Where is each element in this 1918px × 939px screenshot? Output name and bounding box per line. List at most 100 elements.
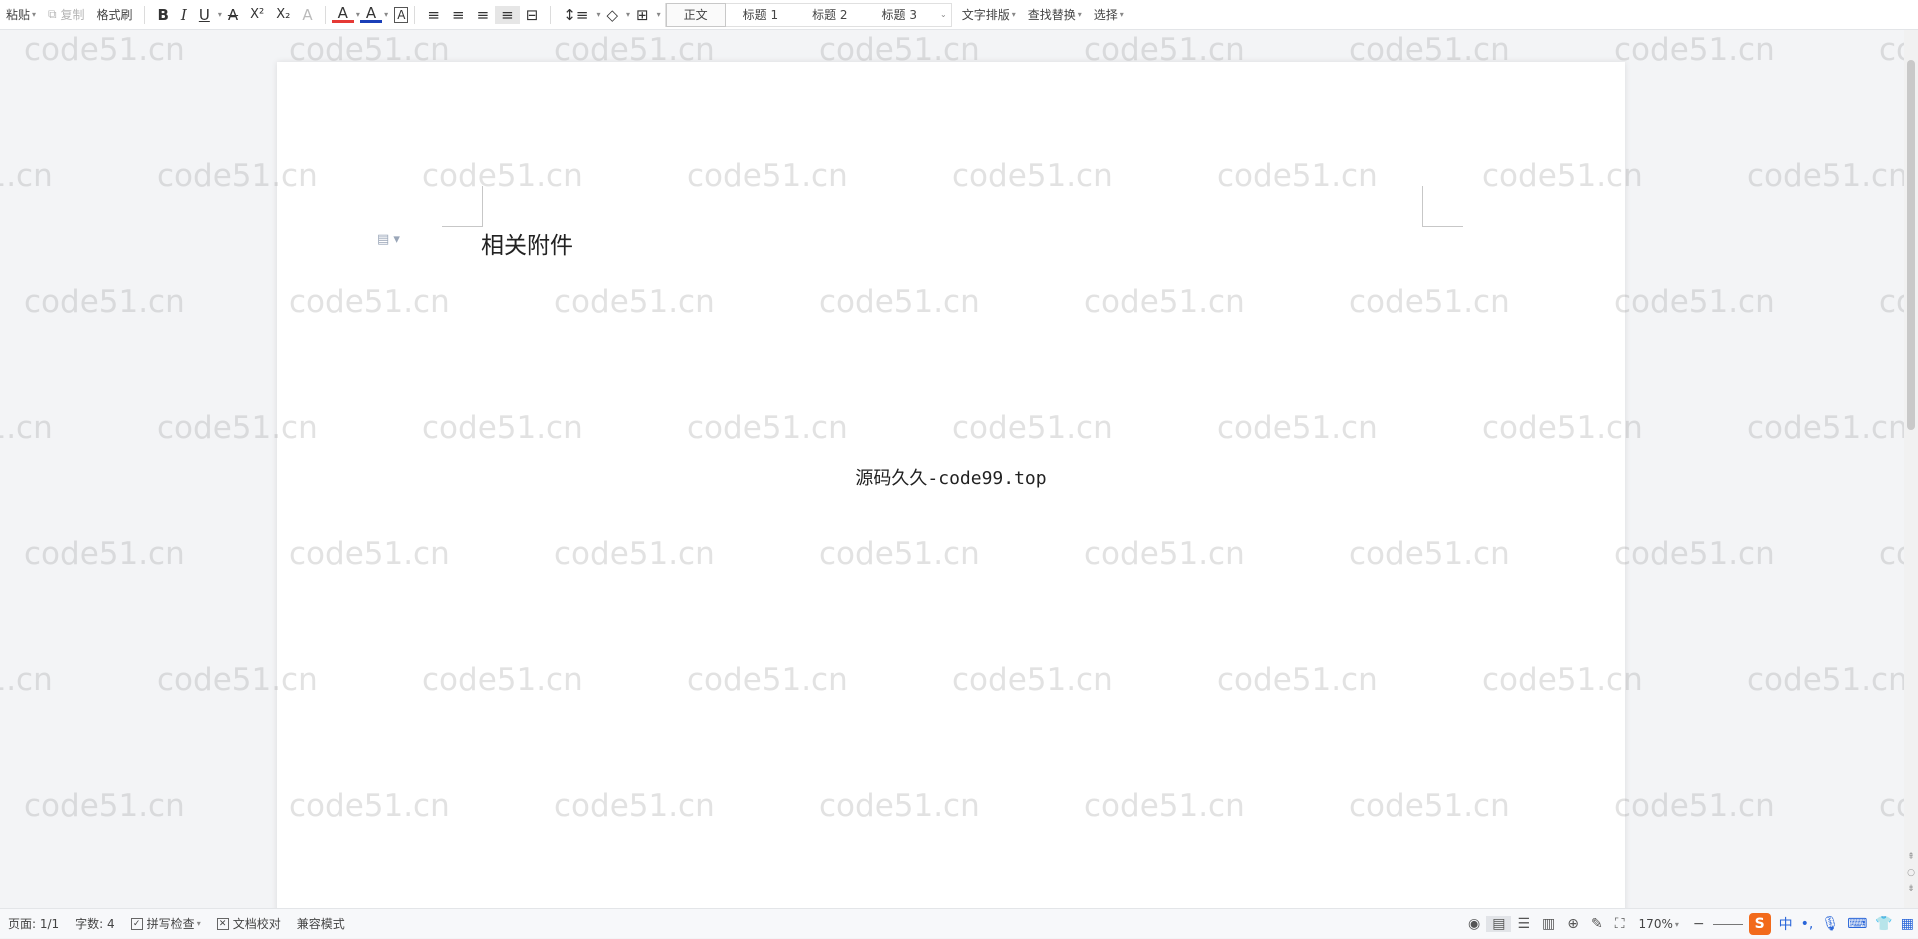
ime-voice-icon[interactable]: 🎙: [1817, 916, 1843, 932]
document-center-text[interactable]: 源码久久-code99.top: [277, 464, 1625, 490]
page-indicator[interactable]: 页面: 1/1: [0, 915, 67, 932]
zoom-slider[interactable]: [1712, 923, 1743, 925]
char-border-button[interactable]: A: [394, 6, 409, 23]
toolbar-divider: [144, 5, 146, 24]
copy-icon: ⧉: [48, 7, 57, 21]
superscript-button[interactable]: X²: [244, 7, 270, 22]
reading-view-icon[interactable]: ▥: [1536, 916, 1561, 932]
watermark-text: code51.cn: [1747, 662, 1908, 698]
toolbar-divider: [324, 5, 326, 24]
find-replace-button[interactable]: 查找替换 ▾: [1022, 0, 1088, 29]
style-heading-1[interactable]: 标题 1: [726, 4, 795, 26]
formatting-toolbar: 粘贴 ▾ ⧉ 复制 格式刷 B I U ▾ A X² X₂ A A ▾ A ▾ A…: [0, 0, 1918, 30]
watermark-text: code51.cn: [24, 284, 185, 320]
text-layout-button[interactable]: 文字排版 ▾: [956, 0, 1022, 29]
copy-button[interactable]: ⧉ 复制: [42, 0, 90, 29]
underline-button[interactable]: U: [193, 6, 216, 24]
watermark-text: code51.cn: [1614, 788, 1775, 824]
proof-icon: ✕: [216, 917, 229, 930]
line-spacing-icon[interactable]: ↕≡: [557, 6, 594, 24]
copy-label: 复制: [60, 8, 85, 22]
italic-button[interactable]: I: [175, 6, 193, 24]
style-heading-2[interactable]: 标题 2: [795, 4, 864, 26]
distribute-icon[interactable]: ⊟: [520, 6, 545, 24]
checkbox-checked-icon: ✓: [130, 917, 143, 930]
watermark-text: code51.cn: [0, 158, 53, 194]
eye-protection-icon[interactable]: ◉: [1462, 916, 1486, 932]
paste-button[interactable]: 粘贴 ▾: [0, 0, 42, 29]
justify-icon[interactable]: ≡: [495, 5, 520, 24]
compat-mode-label: 兼容模式: [296, 917, 345, 931]
find-replace-label: 查找替换: [1027, 8, 1076, 22]
zoom-level[interactable]: 170% ▾: [1631, 917, 1687, 931]
spell-check-toggle[interactable]: ✓ 拼写检查 ▾: [123, 915, 209, 932]
watermark-text: code51.cn: [0, 410, 53, 446]
select-browse-icon[interactable]: ○: [1905, 866, 1917, 880]
watermark-text: code51.cn: [24, 32, 185, 68]
borders-icon[interactable]: ⊞: [630, 6, 655, 24]
page-down-icon[interactable]: ⇟: [1905, 882, 1917, 896]
outline-view-icon[interactable]: ☰: [1511, 916, 1536, 932]
bold-button[interactable]: B: [151, 6, 174, 24]
strikethrough-button[interactable]: A: [222, 6, 244, 24]
paragraph-handle-icon[interactable]: ▤ ▾: [377, 232, 400, 247]
margin-corner-top-left: [442, 186, 483, 227]
toolbar-divider: [414, 5, 416, 24]
vertical-scrollbar[interactable]: ⇞ ○ ⇟: [1904, 30, 1918, 908]
document-heading[interactable]: 相关附件: [481, 226, 573, 260]
font-color-button[interactable]: A: [359, 6, 383, 23]
page-up-icon[interactable]: ⇞: [1905, 850, 1917, 864]
sogou-ime-icon[interactable]: S: [1748, 913, 1771, 935]
margin-corner-top-right: [1422, 186, 1463, 227]
write-mode-icon[interactable]: ✎: [1585, 916, 1609, 932]
chevron-down-icon: ▾: [1011, 10, 1016, 19]
align-right-icon[interactable]: ≡: [471, 6, 496, 24]
web-view-icon[interactable]: ⊕: [1561, 916, 1585, 932]
doc-proof-button[interactable]: ✕ 文档校对: [209, 915, 289, 932]
watermark-text: code51.cn: [1747, 158, 1908, 194]
text-layout-label: 文字排版: [961, 8, 1010, 22]
watermark-text: code51.cn: [1747, 410, 1908, 446]
chevron-down-icon[interactable]: ▾: [657, 10, 661, 19]
page-view-icon[interactable]: ▤: [1486, 916, 1512, 932]
chevron-down-icon: ▾: [1674, 919, 1679, 929]
document-page[interactable]: ▤ ▾ 相关附件 源码久久-code99.top: [277, 62, 1625, 918]
highlight-button[interactable]: A: [331, 6, 354, 23]
status-bar: 页面: 1/1 字数: 4 ✓ 拼写检查 ▾ ✕ 文档校对 兼容模式 ◉ ▤ ☰ ▥ …: [0, 908, 1918, 938]
ime-language-indicator[interactable]: 中: [1775, 914, 1797, 934]
shading-icon[interactable]: ◇: [600, 6, 624, 24]
style-normal[interactable]: 正文: [665, 2, 726, 27]
doc-proof-label: 文档校对: [232, 917, 281, 931]
toolbar-divider: [550, 5, 552, 24]
watermark-text: code51.cn: [24, 536, 185, 572]
clear-format-button[interactable]: A: [296, 6, 318, 24]
zoom-out-icon[interactable]: −: [1687, 916, 1711, 932]
format-painter-label: 格式刷: [96, 8, 133, 22]
align-left-icon[interactable]: ≡: [421, 6, 446, 24]
ime-keyboard-icon[interactable]: ⌨: [1843, 916, 1871, 932]
watermark-text: code51.cn: [24, 788, 185, 824]
watermark-text: code51.cn: [1614, 284, 1775, 320]
align-center-icon[interactable]: ≡: [446, 6, 471, 24]
watermark-text: code51.cn: [0, 662, 53, 698]
scrollbar-thumb[interactable]: [1907, 60, 1915, 430]
select-button[interactable]: 选择 ▾: [1088, 0, 1130, 29]
format-painter-button[interactable]: 格式刷: [90, 0, 138, 29]
subscript-button[interactable]: X₂: [270, 7, 296, 22]
spell-check-label: 拼写检查: [146, 917, 195, 931]
chevron-down-icon[interactable]: ▾: [384, 10, 388, 19]
chevron-down-icon: ▾: [196, 919, 201, 928]
style-gallery-expand-icon[interactable]: ⌄: [936, 10, 951, 19]
zoom-value: 170%: [1638, 917, 1673, 931]
watermark-text: code51.cn: [1614, 536, 1775, 572]
chevron-down-icon: ▾: [1077, 10, 1082, 19]
style-gallery: 正文 标题 1 标题 2 标题 3 ⌄: [664, 2, 952, 27]
word-count[interactable]: 字数: 4: [67, 915, 123, 932]
ime-toolbox-icon[interactable]: ▦: [1897, 916, 1918, 932]
fit-page-icon[interactable]: ⛶: [1609, 916, 1631, 932]
ime-skin-icon[interactable]: 👕: [1871, 916, 1896, 932]
ime-punctuation-icon[interactable]: •,: [1797, 916, 1818, 932]
chevron-down-icon: ▾: [32, 10, 37, 19]
status-bar-right: ◉ ▤ ☰ ▥ ⊕ ✎ ⛶ 170% ▾ − S 中 •, 🎙 ⌨ 👕 ▦: [1462, 909, 1918, 939]
style-heading-3[interactable]: 标题 3: [865, 4, 934, 26]
